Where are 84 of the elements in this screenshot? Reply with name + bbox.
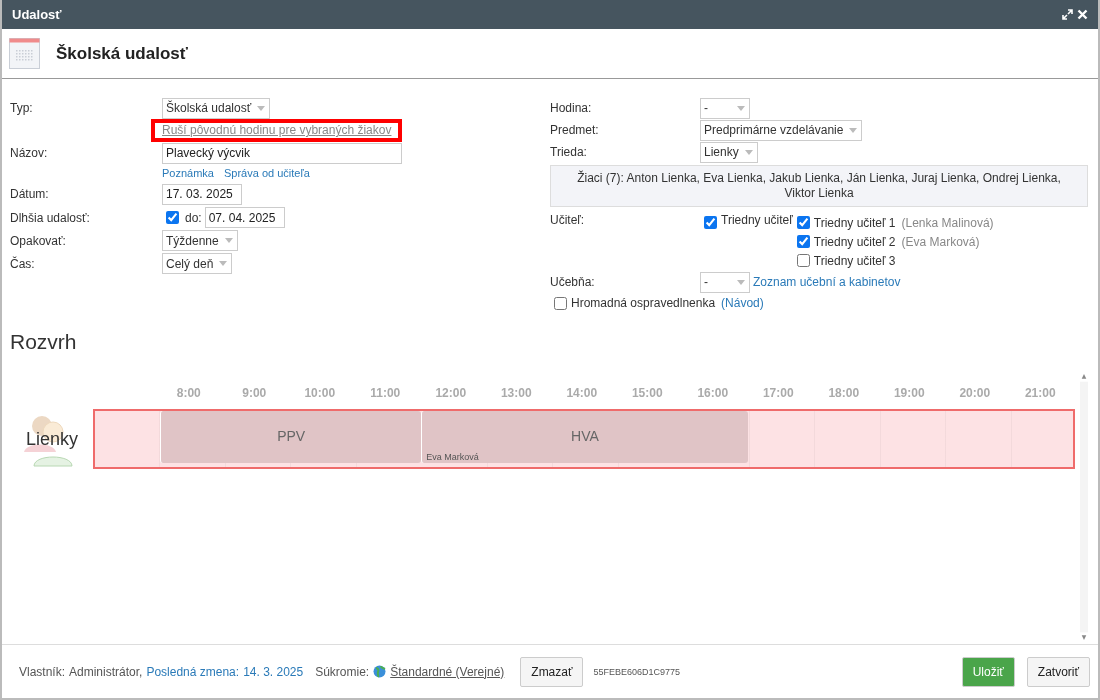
- section-heading: Rozvrh: [10, 330, 78, 354]
- hour-label: 9:00: [241, 386, 268, 402]
- hour-label: 10:00: [303, 386, 337, 402]
- name-input[interactable]: Plavecký výcvik: [162, 142, 402, 164]
- hour-label: 12:00: [434, 386, 468, 402]
- field-label: Predmet:: [550, 123, 600, 137]
- checkbox-label: Hromadná ospravedlnenka: [571, 296, 716, 310]
- lesson-block[interactable]: HVA Eva Marková: [421, 411, 748, 463]
- dropdown-caret-icon: [737, 279, 745, 285]
- hour-label: 8:00: [175, 386, 202, 402]
- globe-icon: [373, 665, 387, 678]
- dropdown-caret-icon: [257, 105, 266, 111]
- owner-name: Administrátor,: [69, 664, 143, 679]
- dropdown-caret-icon: [219, 261, 228, 266]
- checkbox-label: Triedny učiteľ 2: [813, 234, 896, 249]
- class-name: Lienky: [26, 428, 79, 450]
- hour-label: 11:00: [369, 386, 402, 402]
- note-link[interactable]: Správa od učiteľa: [224, 167, 310, 179]
- teacher-checkbox[interactable]: [704, 216, 717, 229]
- class-select[interactable]: Lienky: [700, 141, 758, 163]
- dropdown-caret-icon: [744, 149, 753, 155]
- checkbox-label: Triedny učiteľ: [721, 213, 793, 227]
- dropdown-caret-icon: [224, 238, 233, 243]
- delete-button[interactable]: Zmazať: [520, 656, 584, 687]
- repeat-select[interactable]: Týždenne: [162, 230, 238, 251]
- room-select[interactable]: -: [700, 271, 750, 293]
- date-input[interactable]: 17. 03. 2025: [162, 183, 242, 205]
- teacher-checkbox[interactable]: [796, 235, 810, 248]
- dialog-heading: Školská udalosť: [56, 43, 188, 64]
- hour-label: 19:00: [892, 386, 926, 402]
- teacher-name: (Lenka Malinová): [901, 215, 994, 230]
- checkbox-label: Triedny učiteľ 3: [813, 253, 896, 268]
- longer-event-checkbox[interactable]: [166, 211, 179, 224]
- field-label: Typ:: [10, 101, 34, 115]
- students-list: Žiaci (7): Anton Lienka, Eva Lienka, Jakub Lienka, Ján Lienka, Juraj Lienka, Ondrej Lienka, Viktor Lienka: [550, 165, 1088, 207]
- field-label: Hodina:: [550, 101, 593, 115]
- teacher-checkbox[interactable]: [796, 254, 810, 267]
- to-label: do:: [185, 210, 202, 225]
- dropdown-caret-icon: [737, 105, 745, 111]
- hour-label: 15:00: [630, 386, 664, 402]
- field-label: Učiteľ:: [550, 213, 586, 227]
- help-link[interactable]: (Návod): [721, 296, 764, 310]
- event-id: 55FEBE606D1C9775: [593, 666, 682, 677]
- hour-label: 16:00: [696, 386, 730, 402]
- field-label: Čas:: [10, 256, 36, 271]
- type-select[interactable]: Školská udalosť: [162, 97, 271, 119]
- last-change-date[interactable]: 14. 3. 2025: [243, 664, 304, 679]
- checkbox-label: Triedny učiteľ 1: [813, 215, 896, 230]
- field-label: Dátum:: [10, 187, 50, 201]
- teacher-checkbox[interactable]: [796, 216, 810, 229]
- time-select[interactable]: Celý deň: [162, 253, 233, 274]
- lesson-block[interactable]: PPV: [160, 411, 422, 463]
- bulk-excuse-checkbox[interactable]: [554, 296, 567, 310]
- lesson-code: PPV: [276, 428, 307, 444]
- maximize-button[interactable]: [1060, 9, 1075, 20]
- lesson-select[interactable]: -: [700, 97, 750, 119]
- subject-select[interactable]: Predprimárne vzdelávanie: [700, 119, 863, 141]
- field-label: Názov:: [10, 146, 49, 160]
- field-label: Dlhšia udalosť:: [10, 210, 91, 225]
- lesson-code: HVA: [570, 428, 600, 444]
- field-label: Opakovať:: [10, 233, 67, 248]
- field-label: Učebňa:: [550, 275, 596, 289]
- end-date-input[interactable]: 07. 04. 2025: [204, 207, 285, 228]
- hour-label: 21:00: [1023, 386, 1057, 402]
- close-button[interactable]: [1075, 9, 1090, 20]
- field-label: Trieda:: [550, 145, 588, 159]
- window-title: Udalosť: [12, 7, 63, 22]
- teacher-name: (Eva Marková): [901, 234, 980, 249]
- owner-label: Vlastník:: [19, 664, 66, 679]
- calendar-icon: [9, 38, 40, 69]
- close-dialog-button[interactable]: Zatvoriť: [1026, 656, 1090, 687]
- hour-label: 13:00: [499, 386, 533, 402]
- dropdown-caret-icon: [849, 127, 858, 133]
- privacy-link[interactable]: Štandardné (Verejné): [390, 664, 505, 679]
- teacher-name: Eva Marková: [426, 452, 479, 462]
- privacy-label: Súkromie:: [315, 664, 370, 679]
- last-change-label[interactable]: Posledná zmena:: [146, 664, 240, 679]
- hour-label: 17:00: [761, 386, 795, 402]
- hour-label: 20:00: [958, 386, 992, 402]
- note-link[interactable]: Poznámka: [162, 167, 214, 179]
- hour-label: 14:00: [565, 386, 599, 402]
- rooms-link[interactable]: Zoznam učební a kabinetov: [753, 275, 901, 289]
- note-link[interactable]: Ruší pôvodnú hodinu pre vybraných žiakov: [151, 119, 403, 142]
- hour-label: 18:00: [827, 386, 861, 402]
